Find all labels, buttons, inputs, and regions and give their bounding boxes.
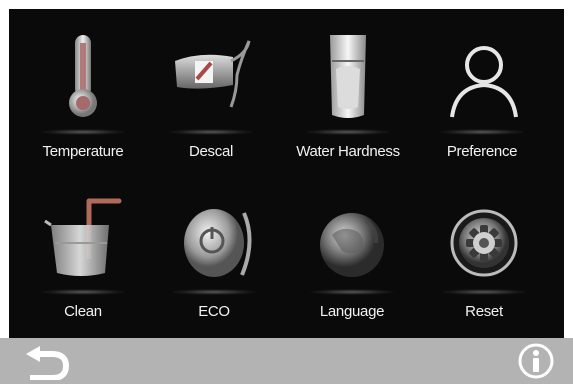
eco-power-icon [174, 191, 254, 281]
info-icon [518, 343, 554, 379]
back-button[interactable] [22, 344, 74, 381]
menu-label-water-hardness: Water Hardness [296, 143, 400, 160]
settings-screen: Temperature Descal Water Hardness Prefer… [9, 9, 564, 338]
back-arrow-icon [26, 346, 69, 381]
menu-label-temperature: Temperature [42, 143, 124, 160]
menu-item-clean[interactable]: Clean [23, 185, 143, 335]
tile-glow [442, 289, 526, 295]
menu-label-clean: Clean [64, 303, 102, 320]
user-icon [442, 31, 522, 121]
clean-icon [43, 191, 123, 281]
menu-item-water-hardness[interactable]: Water Hardness [288, 25, 408, 175]
tile-glow [41, 129, 125, 135]
descale-icon [171, 31, 251, 121]
tile-glow [310, 289, 394, 295]
menu-label-eco: ECO [198, 303, 230, 320]
tile-glow [306, 129, 390, 135]
menu-item-eco[interactable]: ECO [154, 185, 274, 335]
menu-label-preference: Preference [446, 143, 518, 160]
tile-glow [440, 129, 524, 135]
info-button[interactable] [517, 342, 555, 380]
reset-gear-icon [444, 191, 524, 281]
bottom-bar [0, 338, 573, 384]
tile-glow [169, 129, 253, 135]
globe-icon [312, 191, 392, 281]
menu-item-temperature[interactable]: Temperature [23, 25, 143, 175]
menu-item-reset[interactable]: Reset [424, 185, 544, 335]
menu-label-descal: Descal [188, 143, 234, 160]
menu-label-reset: Reset [465, 303, 503, 320]
menu-label-language: Language [319, 303, 385, 320]
thermometer-icon [43, 31, 123, 121]
tile-glow [172, 289, 256, 295]
menu-item-preference[interactable]: Preference [422, 25, 542, 175]
menu-item-language[interactable]: Language [292, 185, 412, 335]
menu-item-descal[interactable]: Descal [151, 25, 271, 175]
water-glass-icon [308, 31, 388, 121]
tile-glow [41, 289, 125, 295]
